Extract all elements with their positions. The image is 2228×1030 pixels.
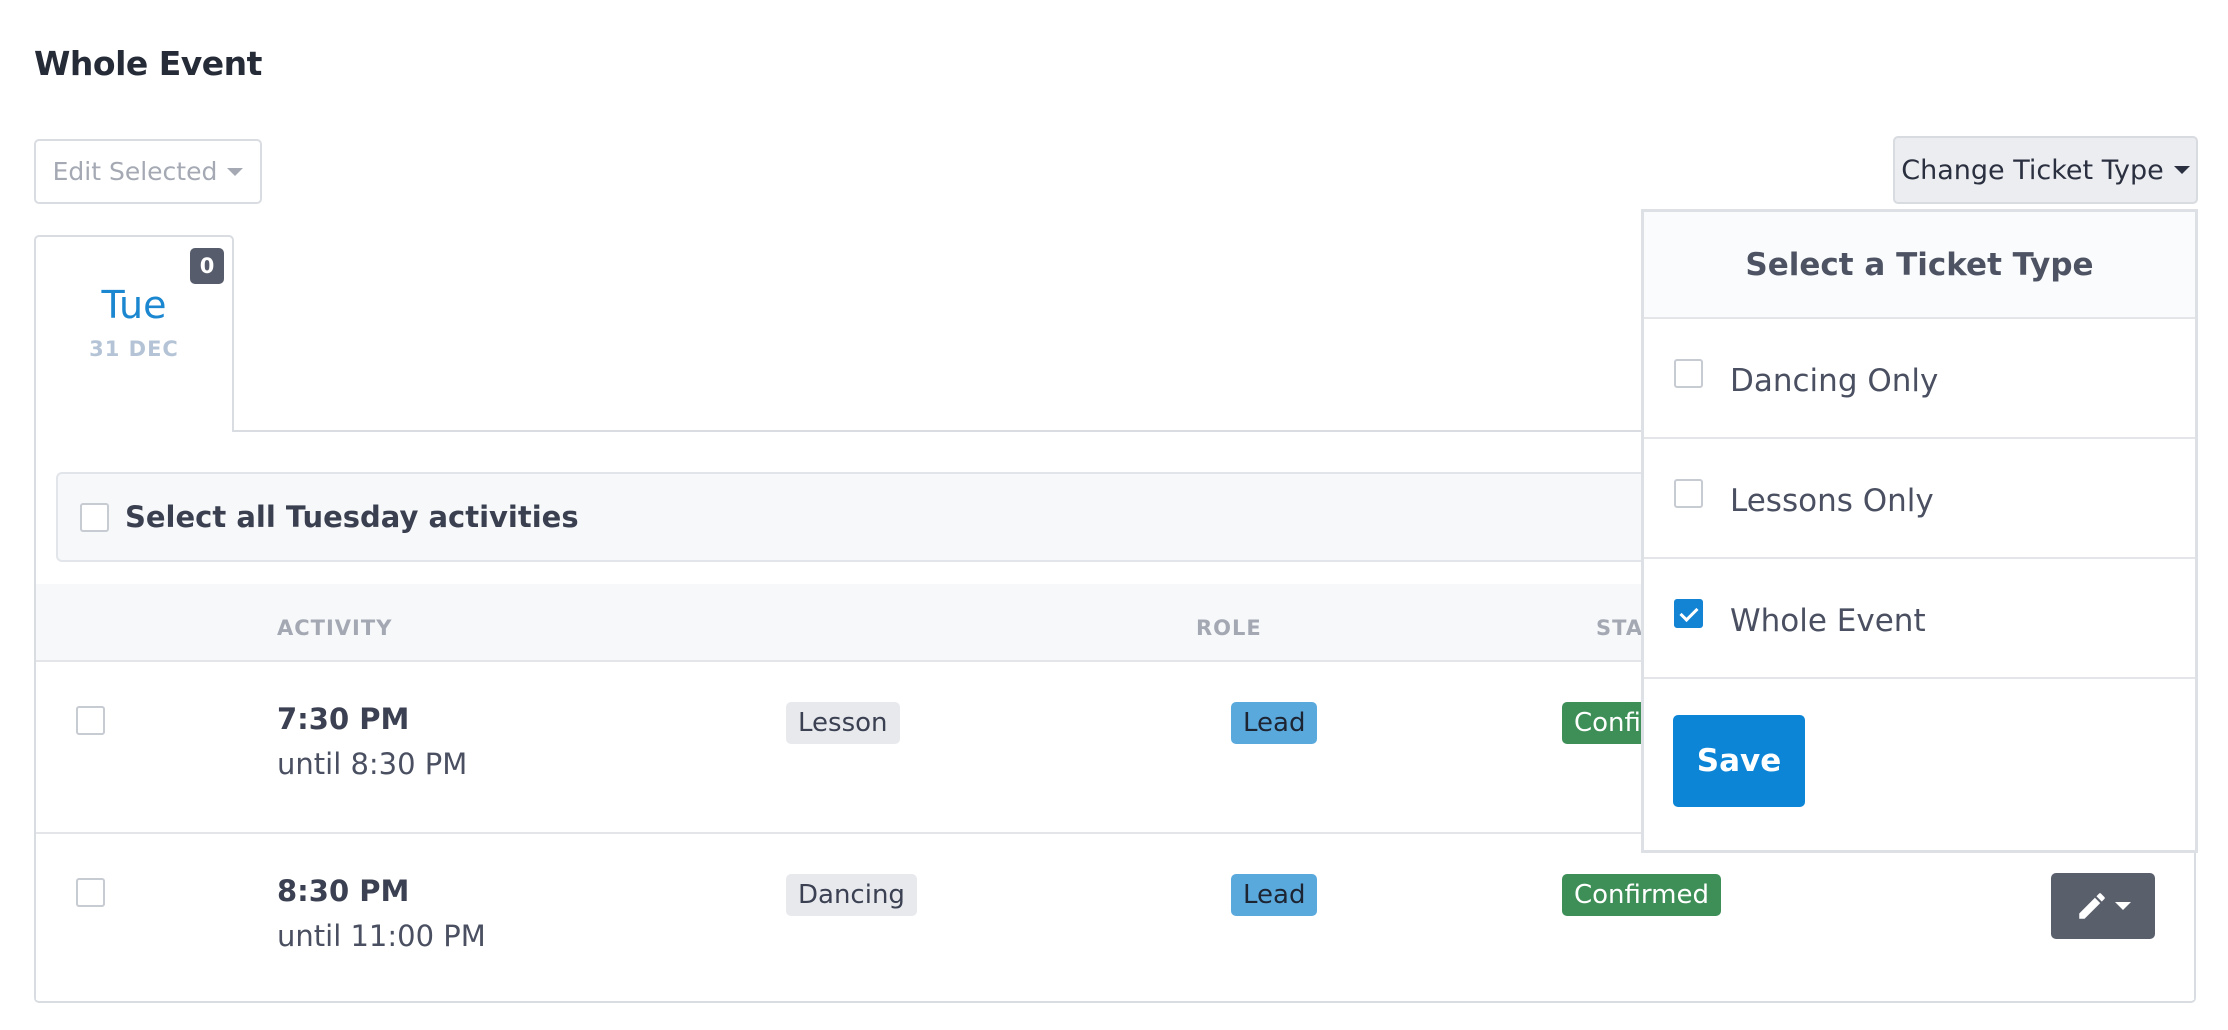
day-count-badge: 0 <box>190 248 224 284</box>
day-date: 31 DEC <box>89 337 179 361</box>
ticket-option-lessons-only[interactable]: Lessons Only <box>1644 439 2195 559</box>
role-badge: Lead <box>1231 874 1318 916</box>
select-all-label: Select all Tuesday activities <box>125 500 579 534</box>
activity-end-time: until 11:00 PM <box>277 919 486 953</box>
pencil-icon <box>2079 893 2105 919</box>
status-badge: Confirmed <box>1562 874 1721 916</box>
column-header-status: STA <box>1596 616 1644 640</box>
dropdown-footer: Save <box>1644 679 2195 849</box>
activity-end-time: until 8:30 PM <box>277 747 468 781</box>
ticket-type-dropdown: Select a Ticket Type Dancing Only Lesson… <box>1641 209 2198 853</box>
status-badge: Confi <box>1562 702 1653 744</box>
tab-tuesday[interactable]: 0 Tue 31 DEC <box>34 235 234 432</box>
ticket-option-checkbox-checked[interactable] <box>1674 599 1703 628</box>
row-checkbox[interactable] <box>76 706 105 735</box>
table-row: 8:30 PM until 11:00 PM Dancing Lead Conf… <box>36 834 2194 1000</box>
caret-down-icon <box>2115 902 2131 910</box>
role-badge: Lead <box>1231 702 1318 744</box>
activity-start-time: 7:30 PM <box>277 702 410 736</box>
activity-type-badge: Dancing <box>786 874 917 916</box>
day-name: Tue <box>101 283 167 327</box>
change-ticket-type-button[interactable]: Change Ticket Type <box>1893 136 2198 204</box>
edit-selected-label: Edit Selected <box>52 157 218 186</box>
select-all-row[interactable]: Select all Tuesday activities <box>56 472 1676 562</box>
change-ticket-type-label: Change Ticket Type <box>1901 154 2164 186</box>
caret-down-icon <box>2173 166 2190 174</box>
activity-start-time: 8:30 PM <box>277 874 410 908</box>
row-edit-button[interactable] <box>2051 873 2155 939</box>
ticket-option-label: Dancing Only <box>1730 363 1939 399</box>
page-title: Whole Event <box>34 44 262 83</box>
column-header-role: ROLE <box>1196 616 1262 640</box>
ticket-option-whole-event[interactable]: Whole Event <box>1644 559 2195 679</box>
ticket-option-checkbox[interactable] <box>1674 359 1703 388</box>
dropdown-header: Select a Ticket Type <box>1644 212 2195 319</box>
activity-type-badge: Lesson <box>786 702 900 744</box>
ticket-option-dancing-only[interactable]: Dancing Only <box>1644 319 2195 439</box>
ticket-option-checkbox[interactable] <box>1674 479 1703 508</box>
edit-selected-button[interactable]: Edit Selected <box>34 139 262 204</box>
column-header-activity: ACTIVITY <box>277 616 393 640</box>
save-button[interactable]: Save <box>1673 715 1805 807</box>
row-checkbox[interactable] <box>76 878 105 907</box>
select-all-checkbox[interactable] <box>80 502 109 532</box>
caret-down-icon <box>227 167 244 176</box>
ticket-option-label: Whole Event <box>1730 603 1926 639</box>
ticket-option-label: Lessons Only <box>1730 483 1934 519</box>
